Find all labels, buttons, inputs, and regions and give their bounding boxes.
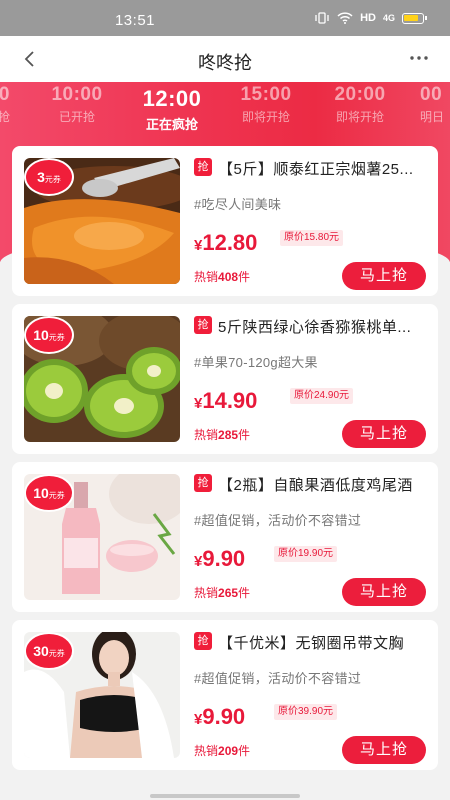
product-card[interactable]: 10元券 抢 【2瓶】自酿果酒低度鸡尾酒 #超值促销，活动价不容错过 ¥9.90… <box>12 462 438 612</box>
grab-tag: 抢 <box>194 632 212 650</box>
grab-tag: 抢 <box>194 474 212 492</box>
grab-tag: 抢 <box>194 316 212 334</box>
product-name[interactable]: 5斤陕西绿心徐香猕猴桃单... <box>218 316 430 337</box>
time-slot-previous[interactable]: 0 抢 <box>0 84 10 125</box>
buy-now-button[interactable]: 马上抢 <box>342 578 426 606</box>
home-indicator[interactable] <box>150 794 300 798</box>
time-slot-1000[interactable]: 10:00 已开抢 <box>32 84 122 125</box>
signal-type: 4G <box>382 13 395 23</box>
sold-count: 热销408件 <box>194 270 251 284</box>
product-name[interactable]: 【千优米】无钢圈吊带文胸 <box>218 632 430 653</box>
buy-now-button[interactable]: 马上抢 <box>342 420 426 448</box>
more-dots-icon[interactable] <box>408 46 430 70</box>
sold-count: 热销209件 <box>194 744 251 758</box>
buy-now-button[interactable]: 马上抢 <box>342 736 426 764</box>
nav-header: 咚咚抢 <box>0 36 450 82</box>
product-price: ¥9.90 <box>194 704 246 729</box>
status-bar: 13:51 HD 4G <box>0 0 450 36</box>
buy-now-button[interactable]: 马上抢 <box>342 262 426 290</box>
vibrate-icon <box>315 12 329 24</box>
original-price: 原价15.80元 <box>280 230 344 246</box>
product-card[interactable]: 3元券 抢 【5斤】顺泰红正宗烟薯25... #吃尽人间美味 ¥12.80 原价… <box>12 146 438 296</box>
product-description: #吃尽人间美味 <box>194 197 282 212</box>
product-name[interactable]: 【5斤】顺泰红正宗烟薯25... <box>218 158 430 179</box>
time-slot-tomorrow[interactable]: 00 明日 <box>420 84 450 125</box>
product-card[interactable]: 10元券 抢 5斤陕西绿心徐香猕猴桃单... #单果70-120g超大果 ¥14… <box>12 304 438 454</box>
original-price: 原价39.90元 <box>274 704 338 720</box>
sold-count: 热销285件 <box>194 428 251 442</box>
time-slot-1200[interactable]: 12:00 正在疯抢 <box>127 86 217 133</box>
network-type: HD <box>360 12 376 24</box>
original-price: 原价24.90元 <box>290 388 354 404</box>
product-card[interactable]: 30元券 抢 【千优米】无钢圈吊带文胸 #超值促销，活动价不容错过 ¥9.90 … <box>12 620 438 770</box>
status-time: 13:51 <box>114 12 156 29</box>
original-price: 原价19.90元 <box>274 546 338 562</box>
status-icons: HD 4G <box>314 12 427 24</box>
product-description: #超值促销，活动价不容错过 <box>194 513 362 528</box>
product-price: ¥9.90 <box>194 546 246 571</box>
coupon-badge: 3元券 <box>24 158 74 196</box>
product-description: #超值促销，活动价不容错过 <box>194 671 362 686</box>
battery-icon <box>402 12 427 24</box>
sold-count: 热销265件 <box>194 586 251 600</box>
wifi-icon <box>337 12 353 24</box>
product-price: ¥14.90 <box>194 388 258 413</box>
product-price: ¥12.80 <box>194 230 258 255</box>
time-slot-1500[interactable]: 15:00 即将开抢 <box>221 84 311 125</box>
time-slot-2000[interactable]: 20:00 即将开抢 <box>315 84 405 125</box>
page-title: 咚咚抢 <box>198 53 252 73</box>
coupon-badge: 10元券 <box>24 316 74 354</box>
coupon-badge: 10元券 <box>24 474 74 512</box>
grab-tag: 抢 <box>194 158 212 176</box>
product-description: #单果70-120g超大果 <box>194 355 318 370</box>
coupon-badge: 30元券 <box>24 632 74 670</box>
product-name[interactable]: 【2瓶】自酿果酒低度鸡尾酒 <box>218 474 430 495</box>
